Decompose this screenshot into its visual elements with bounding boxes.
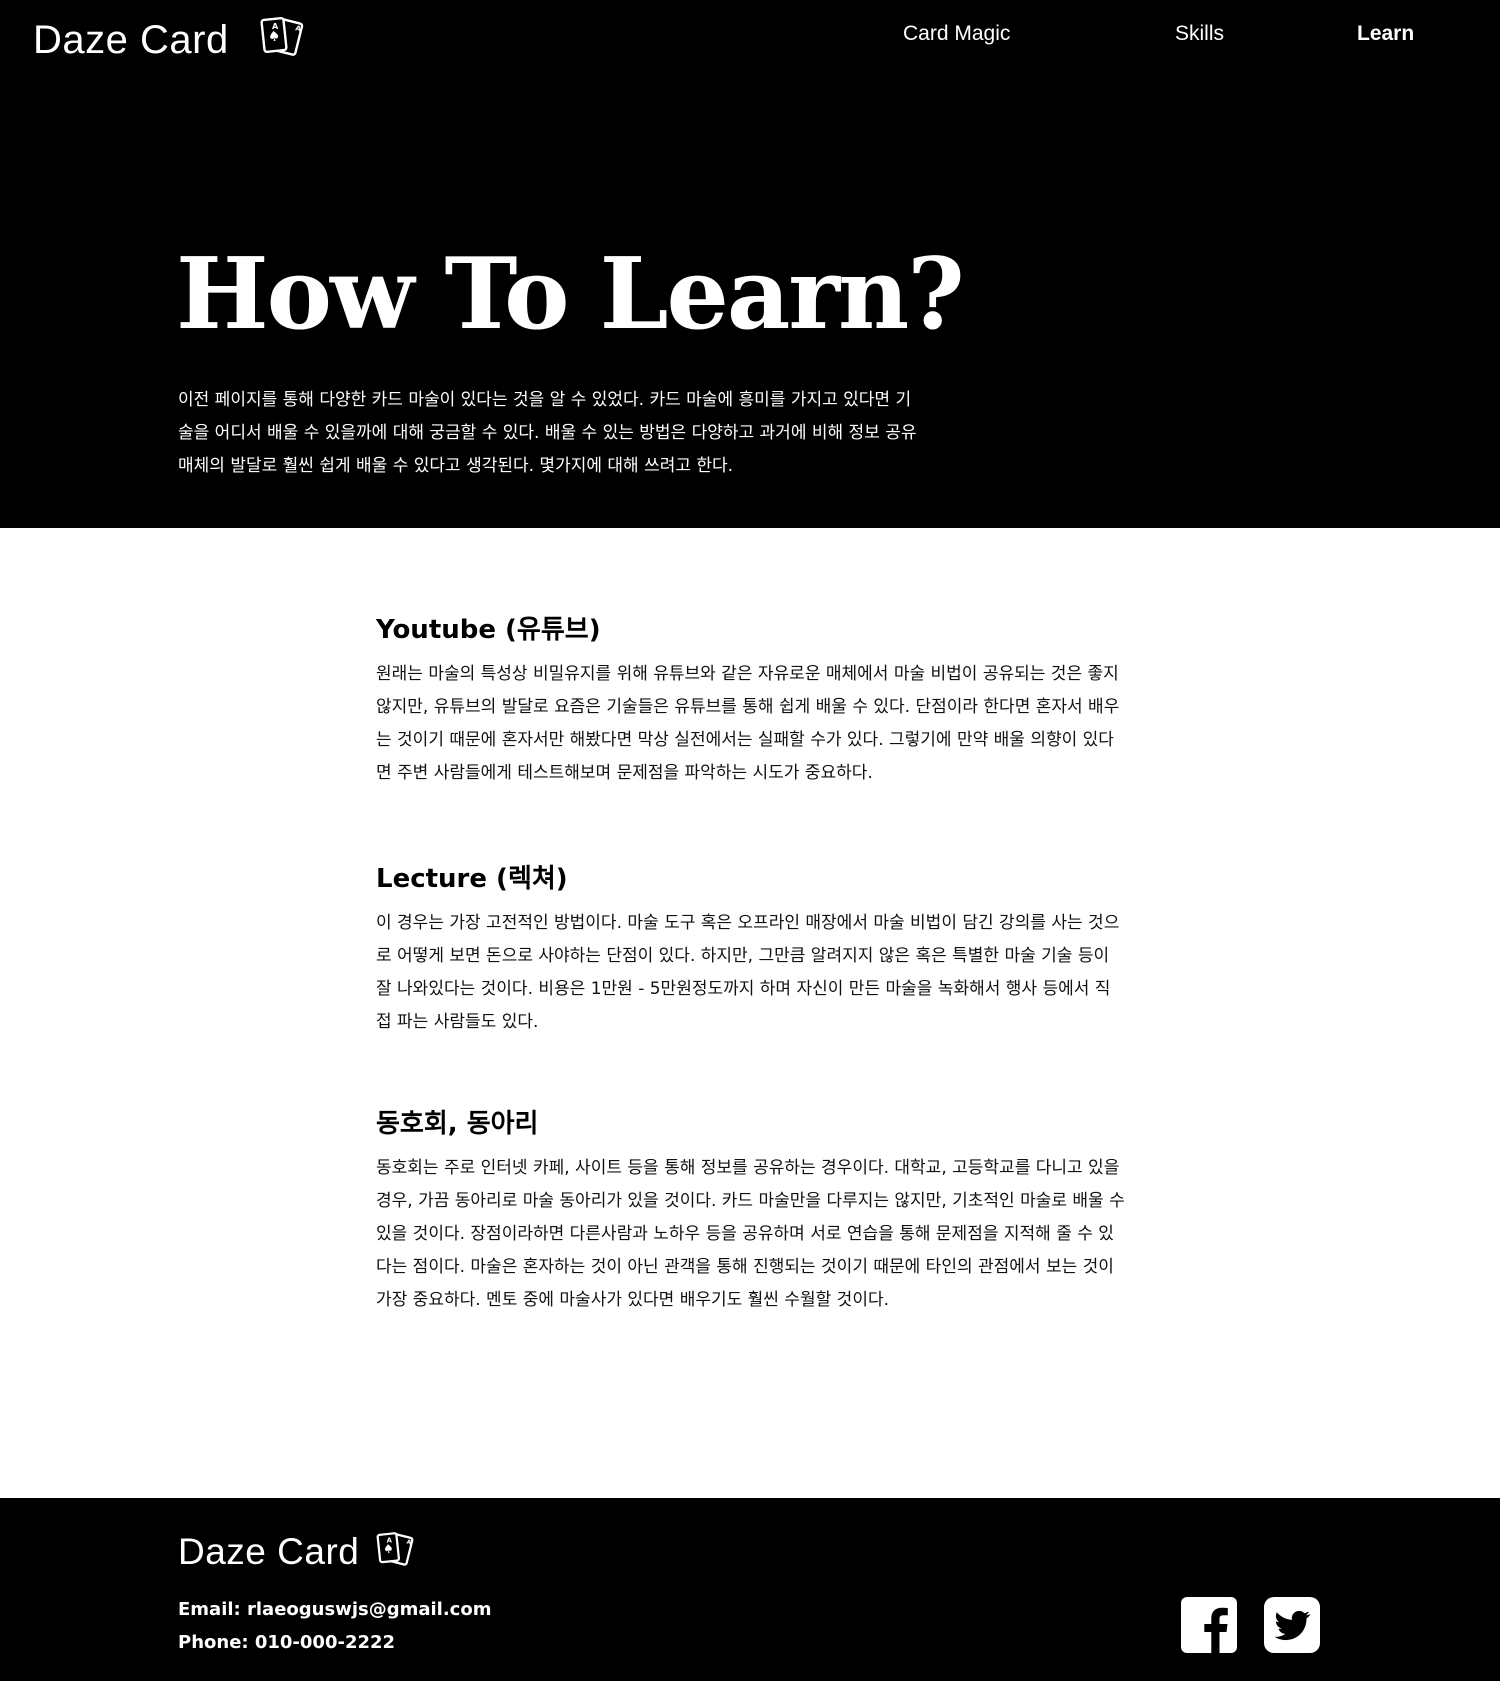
contact-email[interactable]: Email: rlaeoguswjs@gmail.com <box>178 1599 491 1620</box>
twitter-icon[interactable] <box>1264 1597 1320 1653</box>
svg-text:A: A <box>272 22 279 31</box>
section-club: 동호회, 동아리 동호회는 주로 인터넷 카페, 사이트 등을 통해 정보를 공… <box>376 1104 1136 1317</box>
svg-text:A: A <box>387 1537 393 1545</box>
section-heading: Youtube (유튜브) <box>376 615 601 645</box>
section-body: 이 경우는 가장 고전적인 방법이다. 마술 도구 혹은 오프라인 매장에서 마… <box>376 913 1120 1032</box>
playing-cards-icon: A A <box>260 16 303 56</box>
footer-brand-name: Daze Card <box>178 1531 360 1572</box>
footer: Daze Card A A Email: rlaeoguswjs@gmail.c… <box>0 1498 1500 1681</box>
section-heading: Lecture (렉쳐) <box>376 864 568 894</box>
section-heading: 동호회, 동아리 <box>376 1109 539 1139</box>
intro-paragraph: 이전 페이지를 통해 다양한 카드 마술이 있다는 것을 알 수 있었다. 카드… <box>178 390 917 476</box>
footer-logo[interactable]: Daze Card A A <box>178 1528 420 1576</box>
hero-section: Daze Card A A Card Magic Skills Learn Ho… <box>0 0 1500 528</box>
playing-cards-icon: A A <box>376 1532 414 1566</box>
nav-card-magic[interactable]: Card Magic <box>903 22 1010 56</box>
section-lecture: Lecture (렉쳐) 이 경우는 가장 고전적인 방법이다. 마술 도구 혹… <box>376 859 1136 1039</box>
nav-learn[interactable]: Learn <box>1357 22 1414 56</box>
facebook-icon[interactable] <box>1181 1597 1237 1653</box>
brand-name: Daze Card <box>33 17 229 62</box>
page-title: How To Learn? <box>176 237 965 352</box>
nav-skills[interactable]: Skills <box>1175 22 1224 56</box>
section-youtube: Youtube (유튜브) 원래는 마술의 특성상 비밀유지를 위해 유튜브와 … <box>376 610 1136 790</box>
section-body: 원래는 마술의 특성상 비밀유지를 위해 유튜브와 같은 자유로운 매체에서 마… <box>376 664 1120 783</box>
header-logo[interactable]: Daze Card A A <box>33 12 311 68</box>
contact-phone: Phone: 010-000-2222 <box>178 1632 396 1653</box>
section-body: 동호회는 주로 인터넷 카페, 사이트 등을 통해 정보를 공유하는 경우이다.… <box>376 1158 1125 1310</box>
